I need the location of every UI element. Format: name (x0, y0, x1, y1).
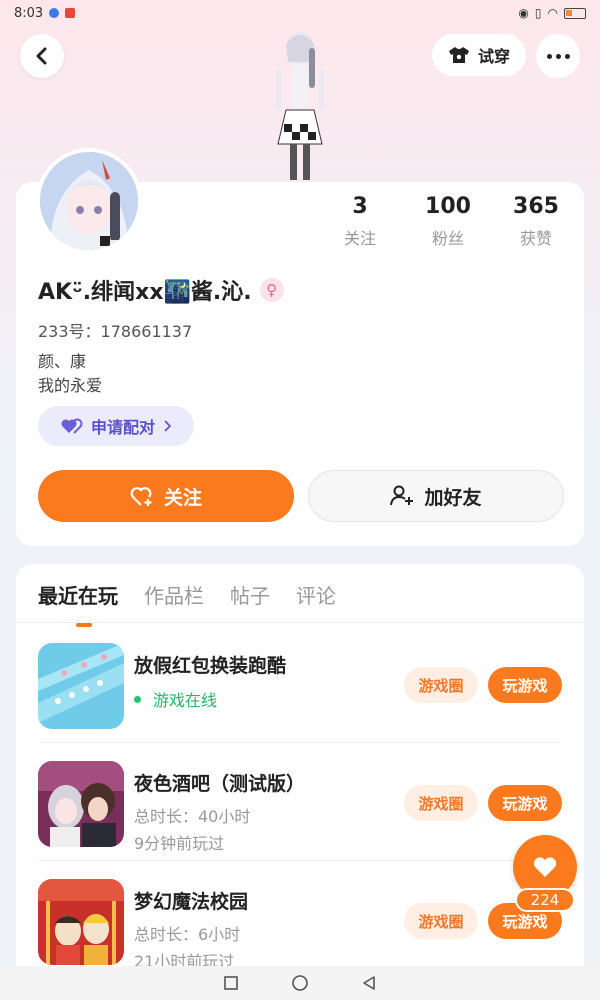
tshirt-icon (448, 47, 469, 63)
chevron-right-icon (164, 420, 171, 432)
system-nav-bar (0, 966, 600, 1000)
try-on-button[interactable]: 试穿 (432, 34, 526, 76)
battery-icon (564, 7, 586, 19)
game-row[interactable]: 梦幻魔法校园 总时长：6小时 21小时前玩过 游戏圈 玩游戏 (16, 861, 584, 979)
game-circle-button[interactable]: 游戏圈 (404, 903, 478, 939)
play-game-button[interactable]: 玩游戏 (488, 667, 562, 703)
game-title: 梦幻魔法校园 (134, 891, 249, 913)
game-cover-image (38, 643, 124, 729)
back-button[interactable] (20, 34, 64, 78)
tab-comments[interactable]: 评论 (296, 580, 336, 609)
game-last-played: 9分钟前玩过 (134, 834, 225, 853)
game-row[interactable]: 夜色酒吧（测试版） 总时长：40小时 9分钟前玩过 游戏圈 玩游戏 (16, 743, 584, 861)
shield-icon (49, 8, 60, 18)
home-icon[interactable] (291, 974, 309, 992)
add-friend-label: 加好友 (424, 486, 482, 509)
add-friend-button[interactable]: 加好友 (308, 470, 564, 522)
bio-line: 颜、康 (38, 352, 87, 371)
status-bar: 8:03 ◉ ▯ ◠ (0, 0, 600, 26)
followers-label: 粉丝 (431, 229, 464, 248)
game-icon (38, 643, 124, 729)
games-card: 最近在玩 作品栏 帖子 评论 放假红包换装跑酷 游戏在线 游戏圈 玩游戏 夜色酒… (16, 564, 584, 984)
follow-button[interactable]: 关注 (38, 470, 294, 522)
game-playtime: 总时长：6小时 (134, 925, 241, 944)
back-triangle-icon[interactable] (361, 975, 377, 991)
game-circle-button[interactable]: 游戏圈 (404, 667, 478, 703)
tab-posts[interactable]: 帖子 (230, 580, 270, 609)
following-count: 3 (352, 194, 368, 219)
followers-count: 100 (425, 194, 471, 219)
avatar-image (40, 152, 138, 250)
add-user-icon (390, 485, 414, 506)
vibrate-icon: ▯ (534, 6, 542, 20)
profile-nickname: AKᵕ̈.绯闻xx🌃酱.沁. (38, 280, 252, 305)
game-icon (38, 761, 124, 847)
eye-icon: ◉ (518, 6, 529, 20)
game-circle-button[interactable]: 游戏圈 (404, 785, 478, 821)
following-label: 关注 (343, 229, 376, 248)
app-notification-icon (65, 8, 76, 18)
bio-line: 我的永爱 (38, 376, 103, 395)
game-row[interactable]: 放假红包换装跑酷 游戏在线 游戏圈 玩游戏 (16, 625, 584, 743)
game-playtime: 总时长：40小时 (134, 807, 251, 826)
recent-apps-icon[interactable] (223, 975, 239, 991)
double-heart-icon (61, 418, 83, 434)
female-gender-icon: ♀ (259, 278, 284, 302)
game-title: 放假红包换装跑酷 (134, 655, 287, 677)
more-options-button[interactable] (536, 34, 580, 78)
game-cover-image (38, 761, 124, 847)
request-pairing-button[interactable]: 申请配对 (38, 406, 194, 446)
wifi-icon: ◠ (547, 6, 558, 20)
more-dots-icon (546, 53, 552, 59)
game-cover-image (38, 879, 124, 965)
chevron-left-icon (36, 47, 47, 65)
play-game-button[interactable]: 玩游戏 (488, 785, 562, 821)
online-status: 游戏在线 (134, 687, 217, 711)
following-stat[interactable]: 3 关注 (316, 194, 404, 249)
avatar-character-figure (276, 32, 324, 180)
tabs-divider (16, 622, 584, 623)
tab-works[interactable]: 作品栏 (144, 580, 204, 609)
likes-stat[interactable]: 365 获赞 (492, 194, 580, 249)
request-pairing-label: 申请配对 (90, 418, 155, 437)
profile-nickname-row: AKᵕ̈.绯闻xx🌃酱.沁. ♀ (38, 274, 284, 306)
avatar[interactable] (36, 148, 142, 254)
likes-received-label: 获赞 (519, 229, 552, 248)
game-title: 夜色酒吧（测试版） (134, 773, 306, 795)
status-time: 8:03 (14, 5, 44, 21)
online-dot-icon (134, 695, 141, 703)
follow-label: 关注 (163, 486, 202, 509)
profile-user-id: 233号：178661137 (38, 322, 193, 341)
profile-bio: 颜、康 我的永爱 (38, 350, 102, 398)
profile-tabs: 最近在玩 作品栏 帖子 评论 (38, 580, 336, 627)
likes-received-count: 365 (513, 194, 559, 219)
online-status-label: 游戏在线 (153, 691, 218, 710)
tab-recently-played[interactable]: 最近在玩 (38, 580, 118, 627)
profile-stats: 3 关注 100 粉丝 365 获赞 (316, 194, 580, 249)
game-icon (38, 879, 124, 965)
like-count-badge: 224 (515, 888, 575, 912)
try-on-label: 试穿 (477, 47, 510, 66)
heart-plus-icon (130, 487, 152, 506)
followers-stat[interactable]: 100 粉丝 (404, 194, 492, 249)
heart-icon (533, 857, 557, 877)
